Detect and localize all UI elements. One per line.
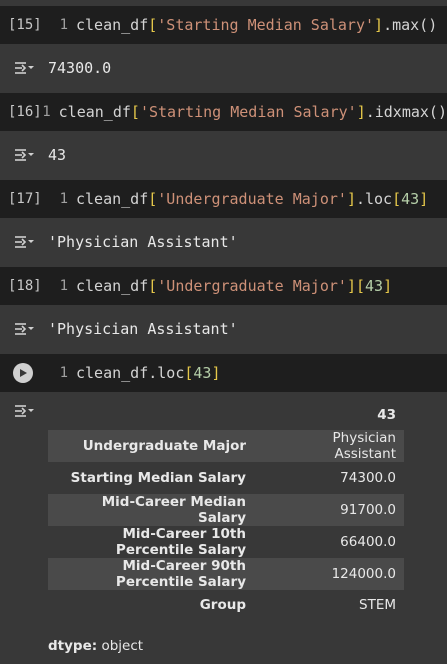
output-toggle-icon[interactable]	[0, 402, 48, 420]
dtype-line: dtype: object	[48, 638, 143, 654]
table-row: Mid-Career 10th Percentile Salary 66400.…	[48, 526, 404, 558]
row-value: 66400.0	[340, 533, 396, 550]
series-table: 43 Undergraduate Major Physician Assista…	[48, 400, 404, 621]
code-cell-17[interactable]: [17] 1 clean_df['Undergraduate Major'].l…	[0, 180, 447, 218]
dtype-label: dtype:	[48, 638, 98, 654]
output-text: 'Physician Assistant'	[48, 232, 238, 251]
table-row: Mid-Career 90th Percentile Salary 124000…	[48, 557, 404, 590]
line-number: 1	[42, 104, 51, 120]
row-label: Starting Median Salary	[70, 469, 246, 486]
output-area-17: 'Physician Assistant'	[0, 218, 447, 265]
line-number: 1	[59, 278, 68, 294]
execution-count: [17]	[8, 191, 42, 207]
code-cell-18[interactable]: [18] 1 clean_df['Undergraduate Major'][4…	[0, 267, 447, 305]
output-text: 'Physician Assistant'	[48, 319, 238, 338]
code-cell-15[interactable]: [15] 1 clean_df['Starting Median Salary'…	[0, 6, 447, 44]
output-text: 74300.0	[48, 58, 112, 77]
execution-count: [16]	[8, 104, 42, 120]
output-area-18: 'Physician Assistant'	[0, 305, 447, 352]
output-toggle-icon[interactable]	[0, 59, 48, 77]
table-row: Starting Median Salary 74300.0	[48, 462, 404, 494]
execution-count: [15]	[8, 17, 42, 33]
line-number: 1	[59, 365, 68, 381]
row-value: 124000.0	[331, 565, 396, 582]
table-row: Group STEM	[48, 590, 404, 622]
code-line[interactable]: clean_df['Starting Median Salary'].max()	[76, 16, 437, 34]
table-header-row: 43	[48, 400, 404, 430]
code-line[interactable]: clean_df['Undergraduate Major'].loc[43]	[76, 190, 428, 208]
output-toggle-icon[interactable]	[0, 233, 48, 251]
row-label: Mid-Career 10th Percentile Salary	[115, 525, 246, 558]
row-value: 91700.0	[340, 501, 396, 518]
row-value: Physician Assistant	[332, 430, 396, 462]
output-area-15: 74300.0	[0, 44, 447, 91]
row-label: Undergraduate Major	[82, 438, 246, 454]
code-line[interactable]: clean_df.loc[43]	[76, 364, 221, 382]
code-line[interactable]: clean_df['Starting Median Salary'].idxma…	[59, 103, 447, 121]
output-area-16: 43	[0, 131, 447, 178]
output-toggle-icon[interactable]	[0, 146, 48, 164]
line-number: 1	[59, 191, 68, 207]
code-line[interactable]: clean_df['Undergraduate Major'][43]	[76, 277, 392, 295]
table-row: Undergraduate Major Physician Assistant	[48, 430, 404, 462]
row-label: Mid-Career Median Salary	[101, 493, 246, 526]
code-cell-current[interactable]: 1 clean_df.loc[43]	[0, 354, 447, 392]
row-label: Group	[199, 597, 246, 614]
output-text: 43	[48, 145, 67, 164]
table-row: Mid-Career Median Salary 91700.0	[48, 493, 404, 526]
column-header: 43	[377, 407, 396, 423]
row-label: Mid-Career 90th Percentile Salary	[115, 557, 246, 590]
output-toggle-icon[interactable]	[0, 320, 48, 338]
code-cell-16[interactable]: [16] 1 clean_df['Starting Median Salary'…	[0, 93, 447, 131]
row-value: STEM	[359, 597, 396, 614]
dtype-value: object	[101, 638, 144, 654]
output-area-current	[0, 392, 48, 430]
execution-count: [18]	[8, 278, 42, 294]
line-number: 1	[59, 17, 68, 33]
run-play-icon[interactable]	[13, 363, 33, 383]
row-value: 74300.0	[340, 469, 396, 486]
